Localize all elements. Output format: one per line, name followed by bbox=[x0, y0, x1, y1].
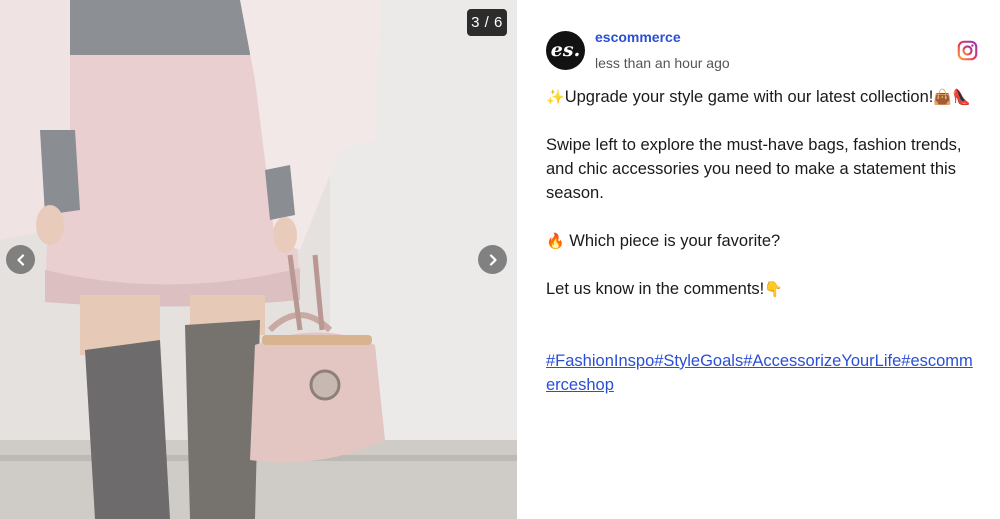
next-slide-button[interactable] bbox=[478, 245, 507, 274]
previous-slide-button[interactable] bbox=[6, 245, 35, 274]
bag-heel-emoji: 👜👠 bbox=[933, 88, 971, 106]
hashtags-link[interactable]: #FashionInspo#StyleGoals#AccessorizeYour… bbox=[546, 349, 976, 397]
caption-paragraph-2: Swipe left to explore the must-have bags… bbox=[546, 136, 962, 202]
post-caption: ✨Upgrade your style game with our latest… bbox=[546, 85, 976, 397]
fire-emoji: 🔥 bbox=[546, 232, 565, 250]
pointing-down-emoji: 👇 bbox=[764, 280, 783, 298]
sparkles-emoji: ✨ bbox=[546, 88, 565, 106]
slide-counter: 3 / 6 bbox=[467, 9, 507, 36]
chevron-left-icon bbox=[16, 253, 24, 266]
avatar[interactable]: es. bbox=[546, 31, 585, 70]
caption-line-1: ✨Upgrade your style game with our latest… bbox=[546, 88, 971, 106]
caption-line-3: 🔥 Which piece is your favorite? bbox=[546, 232, 781, 250]
chevron-right-icon bbox=[489, 253, 497, 266]
post-details-panel: es. escommerce less than an hour ago ✨Up… bbox=[517, 0, 1000, 519]
caption-line-4: Let us know in the comments!👇 bbox=[546, 280, 783, 298]
author-name-link[interactable]: escommerce bbox=[595, 29, 681, 45]
post-timestamp: less than an hour ago bbox=[595, 55, 730, 71]
instagram-icon[interactable] bbox=[957, 40, 978, 61]
post-media-carousel[interactable]: 3 / 6 bbox=[0, 0, 517, 519]
fashion-photo bbox=[0, 0, 517, 519]
post-viewer: 3 / 6 es. escommerce less than an hour a… bbox=[0, 0, 1000, 519]
